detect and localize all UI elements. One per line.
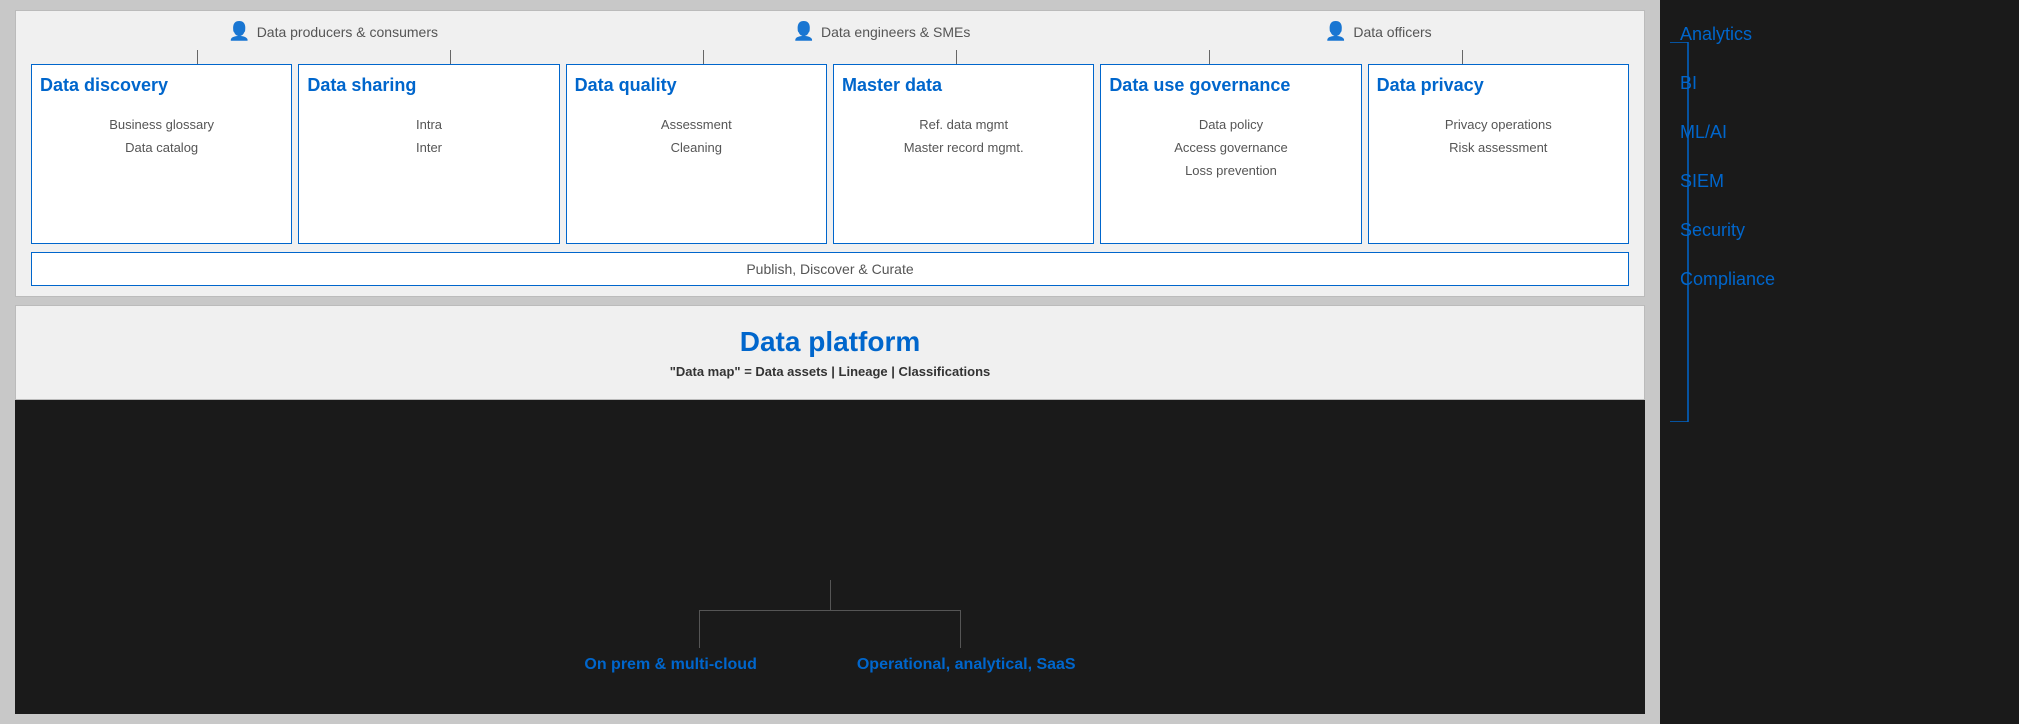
- connector-vline-main: [830, 580, 831, 610]
- sidebar-item-mlai[interactable]: ML/AI: [1660, 108, 2019, 157]
- item-privacy-operations: Privacy operations: [1377, 113, 1620, 136]
- box-title-data-discovery: Data discovery: [40, 75, 283, 97]
- item-intra: Intra: [307, 113, 550, 136]
- person-icon-engineers: 👤: [793, 21, 815, 42]
- item-loss-prevention: Loss prevention: [1109, 159, 1352, 182]
- vline-2: [450, 50, 451, 64]
- source-label-onprem: On prem & multi-cloud: [584, 656, 756, 674]
- item-ref-data-mgmt: Ref. data mgmt: [842, 113, 1085, 136]
- source-connector: On prem & multi-cloud Operational, analy…: [584, 580, 1075, 674]
- sidebar-item-siem[interactable]: SIEM: [1660, 157, 2019, 206]
- box-items-data-discovery: Business glossary Data catalog: [40, 113, 283, 160]
- item-inter: Inter: [307, 136, 550, 159]
- person-icon-producers: 👤: [228, 21, 250, 42]
- bottom-sources-area: On prem & multi-cloud Operational, analy…: [15, 400, 1645, 714]
- vline-3: [703, 50, 704, 64]
- bracket-structure: [699, 610, 961, 648]
- persona-label-producers: Data producers & consumers: [257, 24, 438, 40]
- item-assessment: Assessment: [575, 113, 818, 136]
- box-master-data: Master data Ref. data mgmt Master record…: [833, 64, 1094, 244]
- item-risk-assessment: Risk assessment: [1377, 136, 1620, 159]
- bracket-h: [699, 610, 961, 630]
- box-title-data-privacy: Data privacy: [1377, 75, 1620, 97]
- source-labels-row: On prem & multi-cloud Operational, analy…: [584, 656, 1075, 674]
- publish-bar: Publish, Discover & Curate: [31, 252, 1629, 286]
- item-data-policy: Data policy: [1109, 113, 1352, 136]
- source-drop-lines: [699, 630, 961, 648]
- person-icon-officers: 👤: [1325, 21, 1347, 42]
- sidebar-item-security[interactable]: Security: [1660, 206, 2019, 255]
- persona-label-officers: Data officers: [1353, 24, 1431, 40]
- vline-5: [1209, 50, 1210, 64]
- source-vline-left: [699, 630, 700, 648]
- data-platform-section: Data platform "Data map" = Data assets |…: [15, 305, 1645, 400]
- persona-officers: 👤 Data officers: [1325, 21, 1432, 42]
- box-items-data-use-governance: Data policy Access governance Loss preve…: [1109, 113, 1352, 183]
- box-data-discovery: Data discovery Business glossary Data ca…: [31, 64, 292, 244]
- box-title-data-quality: Data quality: [575, 75, 818, 97]
- bracket-left-v: [699, 610, 700, 630]
- box-title-data-sharing: Data sharing: [307, 75, 550, 97]
- box-items-data-privacy: Privacy operations Risk assessment: [1377, 113, 1620, 160]
- personas-row: 👤 Data producers & consumers 👤 Data engi…: [31, 21, 1629, 42]
- main-content: 👤 Data producers & consumers 👤 Data engi…: [0, 0, 1660, 724]
- item-master-record-mgmt: Master record mgmt.: [842, 136, 1085, 159]
- connector-lines-top: [31, 50, 1629, 64]
- item-data-catalog: Data catalog: [40, 136, 283, 159]
- data-platform-title: Data platform: [36, 326, 1624, 358]
- source-vline-right: [960, 630, 961, 648]
- vline-1: [197, 50, 198, 64]
- data-platform-subtitle: "Data map" = Data assets | Lineage | Cla…: [36, 364, 1624, 379]
- sidebar-item-analytics[interactable]: Analytics: [1660, 10, 2019, 59]
- box-title-data-use-governance: Data use governance: [1109, 75, 1352, 97]
- governance-section: 👤 Data producers & consumers 👤 Data engi…: [15, 10, 1645, 297]
- sidebar-bracket-svg: [1660, 42, 1690, 422]
- capability-boxes-row: Data discovery Business glossary Data ca…: [31, 64, 1629, 244]
- bracket-right-v: [960, 610, 961, 630]
- box-items-data-sharing: Intra Inter: [307, 113, 550, 160]
- vline-6: [1462, 50, 1463, 64]
- persona-engineers: 👤 Data engineers & SMEs: [793, 21, 971, 42]
- box-title-master-data: Master data: [842, 75, 1085, 97]
- item-business-glossary: Business glossary: [40, 113, 283, 136]
- box-items-master-data: Ref. data mgmt Master record mgmt.: [842, 113, 1085, 160]
- box-data-sharing: Data sharing Intra Inter: [298, 64, 559, 244]
- bracket-h-line: [700, 610, 960, 611]
- box-items-data-quality: Assessment Cleaning: [575, 113, 818, 160]
- source-label-operational: Operational, analytical, SaaS: [857, 656, 1076, 674]
- box-data-quality: Data quality Assessment Cleaning: [566, 64, 827, 244]
- sidebar-item-compliance[interactable]: Compliance: [1660, 255, 2019, 304]
- persona-label-engineers: Data engineers & SMEs: [821, 24, 970, 40]
- box-data-privacy: Data privacy Privacy operations Risk ass…: [1368, 64, 1629, 244]
- sidebar-item-bi[interactable]: BI: [1660, 59, 2019, 108]
- persona-producers: 👤 Data producers & consumers: [228, 21, 438, 42]
- box-data-use-governance: Data use governance Data policy Access g…: [1100, 64, 1361, 244]
- vline-4: [956, 50, 957, 64]
- right-sidebar: Analytics BI ML/AI SIEM Security Complia…: [1660, 0, 2019, 724]
- item-cleaning: Cleaning: [575, 136, 818, 159]
- item-access-governance: Access governance: [1109, 136, 1352, 159]
